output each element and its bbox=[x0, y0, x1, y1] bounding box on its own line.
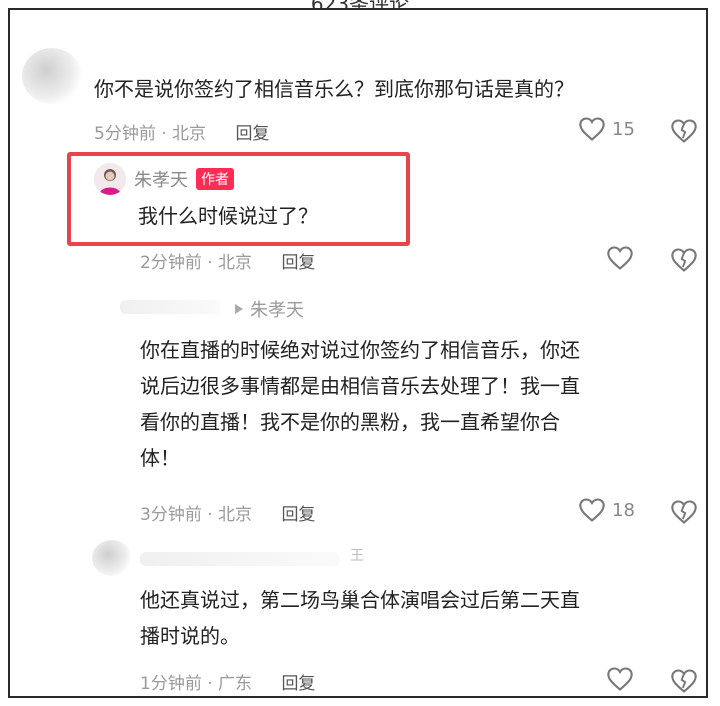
avatar-image bbox=[94, 163, 126, 195]
avatar[interactable] bbox=[22, 48, 82, 104]
like-button[interactable]: 18 bbox=[578, 497, 635, 523]
like-count: 18 bbox=[612, 499, 635, 521]
heart-icon bbox=[607, 246, 633, 270]
comment-line: 体！ bbox=[140, 446, 180, 470]
broken-heart-icon[interactable] bbox=[670, 499, 698, 525]
username-blurred bbox=[120, 300, 220, 314]
play-arrow-icon bbox=[235, 304, 243, 314]
time-location: 5分钟前 · 北京 bbox=[94, 124, 207, 144]
comment-line: 他还真说过，第二场鸟巢合体演唱会过后第二天直 bbox=[140, 588, 580, 612]
time-location: 3分钟前 · 北京 bbox=[140, 505, 253, 525]
avatar[interactable] bbox=[94, 163, 126, 195]
author-name[interactable]: 朱孝天 bbox=[134, 166, 188, 192]
heart-icon bbox=[607, 667, 633, 691]
comment-meta: 5分钟前 · 北京 回复 bbox=[94, 119, 269, 144]
comment-line: 看你的直播！我不是你的黑粉，我一直希望你合 bbox=[140, 410, 560, 434]
comment-text: 你不是说你签约了相信音乐么？到底你那句话是真的？ bbox=[94, 77, 574, 101]
author-row: 朱孝天 作者 bbox=[94, 163, 234, 195]
username-blurred bbox=[140, 552, 340, 566]
like-count: 15 bbox=[612, 118, 635, 140]
comment-text: 他还真说过，第二场鸟巢合体演唱会过后第二天直 播时说的。 bbox=[140, 582, 700, 654]
like-button[interactable] bbox=[606, 245, 634, 271]
reply-to: 朱孝天 bbox=[234, 296, 304, 322]
comment-line: 播时说的。 bbox=[140, 624, 240, 648]
time-location: 2分钟前 · 北京 bbox=[140, 253, 253, 273]
broken-heart-icon[interactable] bbox=[670, 247, 698, 273]
comment-line: 你在直播的时候绝对说过你签约了相信音乐，你还 bbox=[140, 338, 580, 362]
heart-icon bbox=[579, 498, 605, 522]
like-button[interactable]: 15 bbox=[578, 116, 635, 142]
comment-meta: 1分钟前 · 广东 回复 bbox=[140, 669, 315, 694]
avatar[interactable] bbox=[92, 540, 132, 576]
comment-text: 你在直播的时候绝对说过你签约了相信音乐，你还 说后边很多事情都是由相信音乐去处理… bbox=[140, 332, 700, 476]
reply-to-name[interactable]: 朱孝天 bbox=[250, 296, 304, 322]
reply-button[interactable]: 回复 bbox=[235, 124, 269, 144]
comment-line: 说后边很多事情都是由相信音乐去处理了！我一直 bbox=[140, 374, 580, 398]
comment-meta: 3分钟前 · 北京 回复 bbox=[140, 500, 315, 525]
comment-meta: 2分钟前 · 北京 回复 bbox=[140, 248, 315, 273]
broken-heart-icon[interactable] bbox=[670, 118, 698, 144]
author-badge: 作者 bbox=[196, 168, 234, 190]
reply-button[interactable]: 回复 bbox=[281, 674, 315, 694]
like-button[interactable] bbox=[606, 666, 634, 692]
comment-text: 我什么时候说过了？ bbox=[138, 204, 318, 228]
username-fragment: 王 bbox=[350, 548, 364, 564]
broken-heart-icon[interactable] bbox=[670, 668, 698, 694]
reply-button[interactable]: 回复 bbox=[281, 253, 315, 273]
heart-icon bbox=[579, 117, 605, 141]
reply-button[interactable]: 回复 bbox=[281, 505, 315, 525]
time-location: 1分钟前 · 广东 bbox=[140, 674, 253, 694]
